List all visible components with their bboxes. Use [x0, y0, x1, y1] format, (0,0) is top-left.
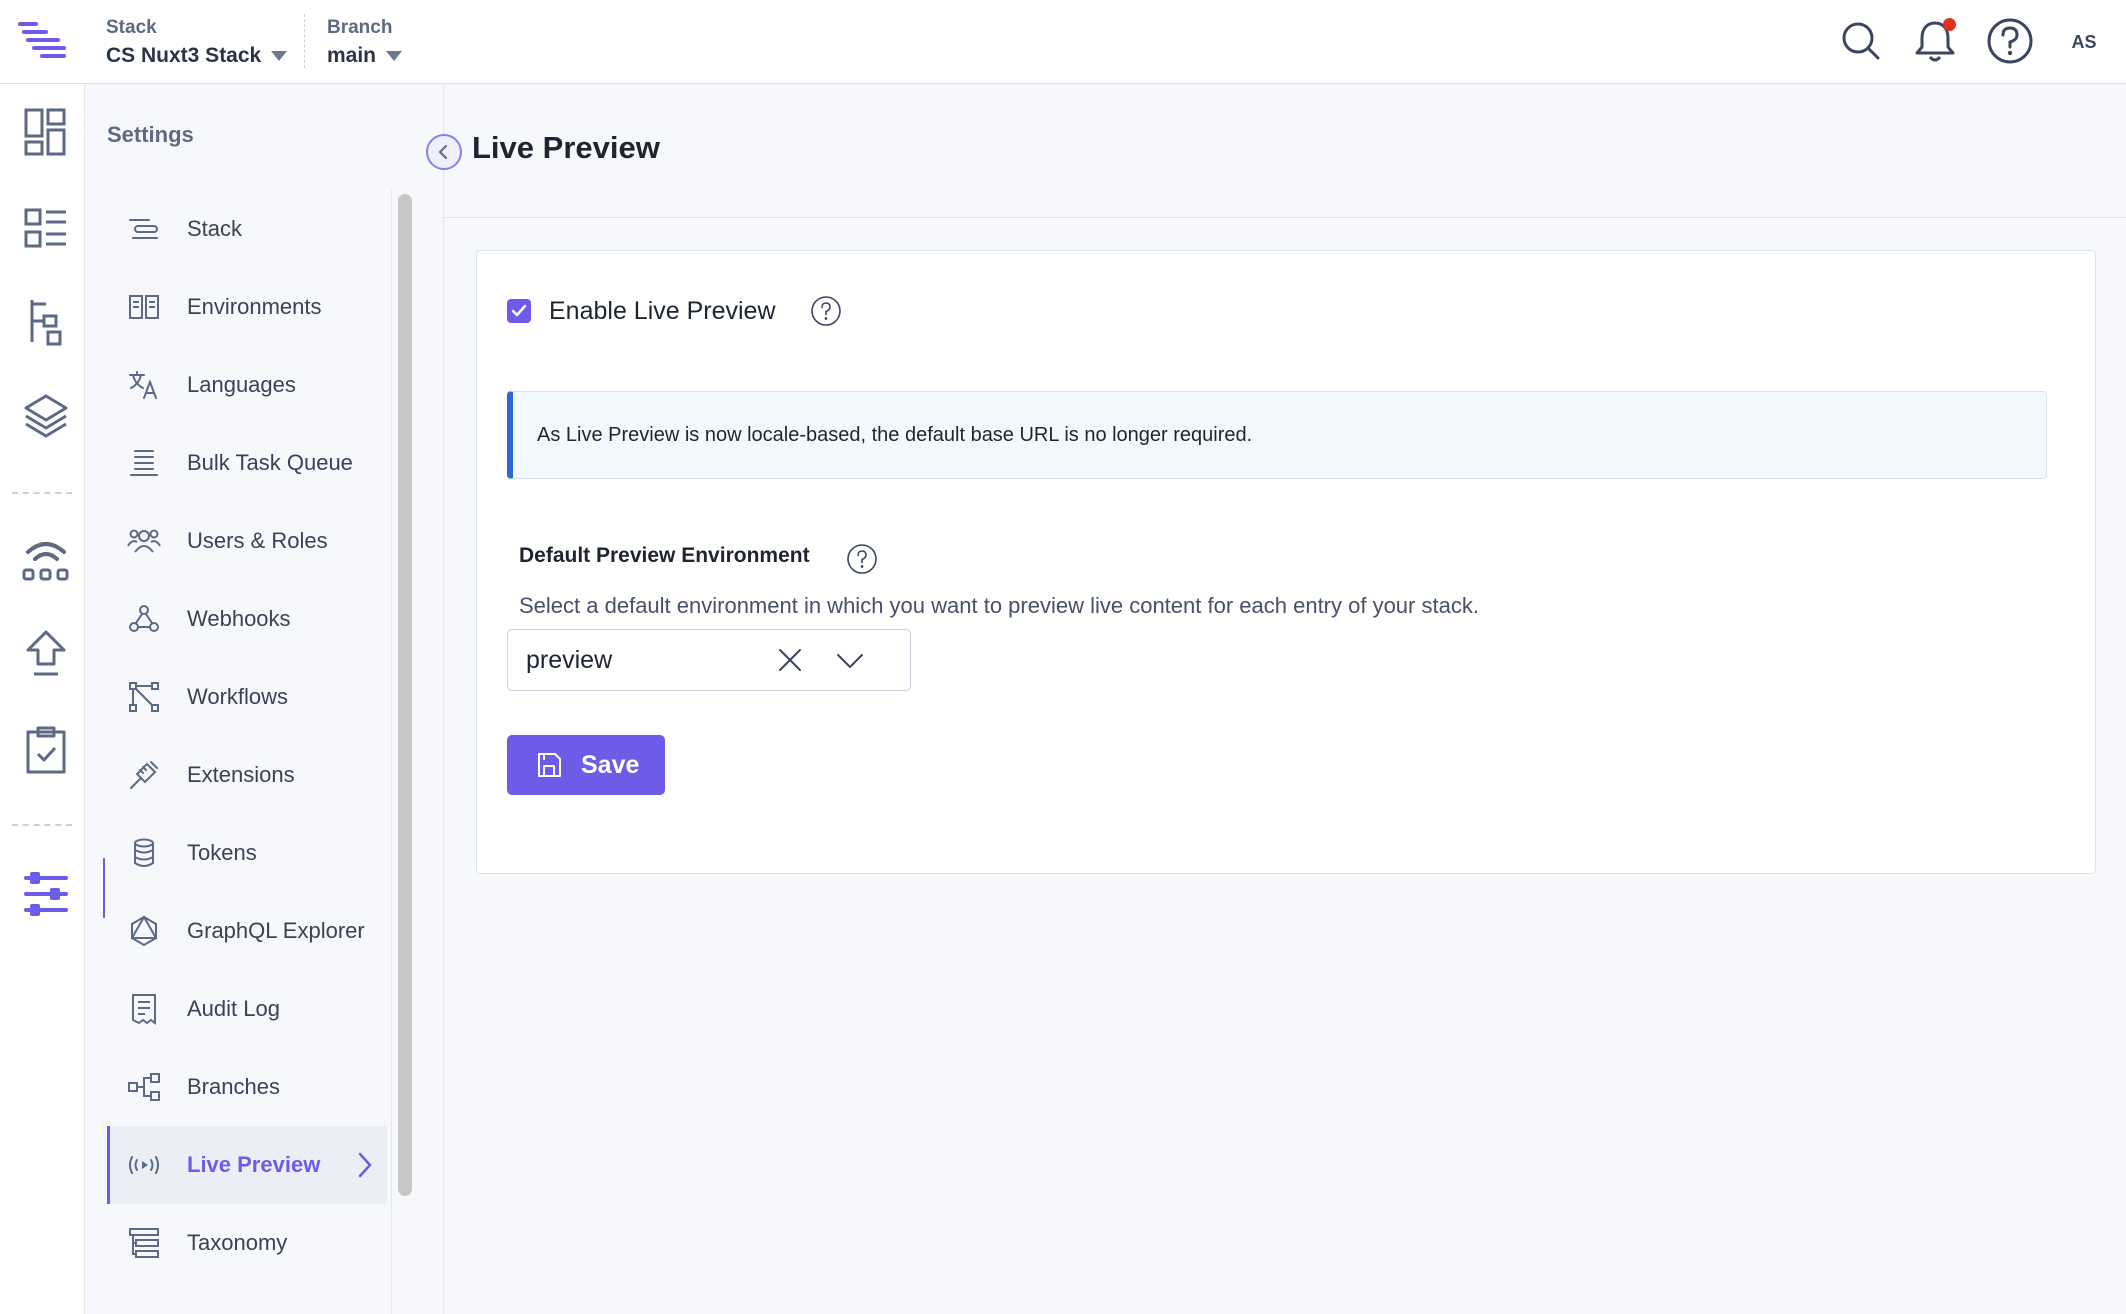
sidebar-item-workflows[interactable]: Workflows: [107, 658, 475, 736]
sidebar-item-label: Workflows: [187, 684, 289, 709]
sidebar-item-languages[interactable]: Languages: [107, 346, 475, 424]
branch-selector-value: main: [327, 44, 377, 67]
enable-live-preview-checkbox[interactable]: [507, 299, 531, 323]
sidebar-item-label: Bulk Task Queue: [187, 450, 353, 475]
default-preview-environment-label: Default Preview Environment: [519, 537, 878, 575]
caret-down-icon: [271, 51, 288, 61]
assets-icon[interactable]: [22, 392, 70, 444]
checkmark-icon: [511, 304, 527, 317]
environment-select-value: preview: [526, 645, 613, 674]
contentstack-logo[interactable]: [16, 18, 68, 64]
sidebar-item-branches[interactable]: Branches: [107, 1048, 475, 1126]
save-button-label: Save: [581, 750, 640, 779]
top-bar: Stack CS Nuxt3 Stack Branch main AS: [0, 0, 2126, 84]
save-button[interactable]: Save: [507, 735, 665, 795]
languages-icon: [129, 371, 157, 399]
clear-icon[interactable]: [774, 644, 806, 676]
caret-down-icon: [386, 51, 403, 61]
stack-selector-value: CS Nuxt3 Stack: [106, 44, 262, 67]
default-preview-environment-description: Select a default environment in which yo…: [519, 593, 1479, 618]
tasks-icon[interactable]: [22, 724, 70, 776]
sidebar-item-label: Branches: [187, 1074, 280, 1099]
sidebar-item-label: Webhooks: [187, 606, 291, 631]
stack-selector[interactable]: Stack CS Nuxt3 Stack: [106, 16, 288, 72]
dashboard-icon[interactable]: [22, 106, 70, 158]
divider: [12, 492, 72, 494]
users-roles-icon: [127, 529, 161, 553]
field-label-text: Default Preview Environment: [519, 544, 810, 567]
sidebar-item-label: Languages: [187, 372, 296, 397]
sidebar-item-label: Audit Log: [187, 996, 280, 1021]
sidebar-item-label: Tokens: [187, 840, 257, 865]
sidebar-item-taxonomy[interactable]: Taxonomy: [107, 1204, 475, 1282]
bulk-task-queue-icon: [130, 450, 158, 476]
sidebar-item-live-preview[interactable]: Live Preview: [107, 1126, 387, 1204]
deploy-icon[interactable]: [22, 628, 70, 680]
search-icon[interactable]: [1836, 16, 1886, 66]
content-models-icon[interactable]: [22, 202, 70, 254]
notifications-button[interactable]: [1910, 16, 1960, 66]
sidebar-item-label: Extensions: [187, 762, 295, 787]
sidebar-nav: Stack Environments Languages Bulk Task Q…: [107, 190, 475, 1282]
stack-selector-label: Stack: [106, 17, 157, 38]
entries-icon[interactable]: [22, 296, 70, 348]
page-header: Live Preview: [426, 84, 2126, 218]
sidebar-item-label: Stack: [187, 216, 243, 241]
main-content: Live Preview Enable Live Preview As Live…: [426, 84, 2126, 1314]
info-banner: As Live Preview is now locale-based, the…: [507, 391, 2047, 479]
sidebar-item-bulk-task-queue[interactable]: Bulk Task Queue: [107, 424, 475, 502]
sidebar-scrollbar[interactable]: [398, 194, 412, 1196]
enable-live-preview-label[interactable]: Enable Live Preview: [549, 297, 776, 326]
help-icon[interactable]: [810, 295, 842, 327]
graphql-icon: [130, 914, 158, 947]
rail-active-marker: [103, 858, 105, 918]
stack-icon: [129, 219, 158, 239]
sidebar-item-graphql-explorer[interactable]: GraphQL Explorer: [107, 892, 475, 970]
divider: [304, 14, 305, 68]
sidebar-item-label: Users & Roles: [187, 528, 328, 553]
live-preview-icon: [129, 1156, 159, 1174]
webhooks-icon: [129, 605, 159, 632]
branch-selector[interactable]: Branch main: [327, 16, 403, 72]
collapse-sidebar-button[interactable]: [426, 134, 462, 170]
taxonomy-icon: [129, 1228, 159, 1258]
chevron-left-icon: [438, 145, 447, 159]
chevron-right-icon: [358, 1152, 372, 1178]
divider: [12, 824, 72, 826]
sidebar-item-label: Environments: [187, 294, 322, 319]
environments-icon: [129, 295, 159, 319]
sidebar-item-webhooks[interactable]: Webhooks: [107, 580, 475, 658]
sidebar-item-audit-log[interactable]: Audit Log: [107, 970, 475, 1048]
sidebar-title: Settings: [107, 122, 194, 147]
info-banner-text: As Live Preview is now locale-based, the…: [537, 423, 1253, 446]
avatar[interactable]: AS: [2058, 20, 2110, 64]
sidebar-item-label: Live Preview: [187, 1152, 321, 1177]
app-rail: [0, 84, 84, 1314]
chevron-down-icon[interactable]: [834, 644, 866, 676]
help-icon[interactable]: [846, 543, 878, 575]
branches-icon: [128, 1073, 160, 1101]
settings-sidebar: Settings Stack Environments Languages Bu…: [84, 84, 444, 1314]
sidebar-item-label: GraphQL Explorer: [187, 918, 365, 943]
environment-select[interactable]: preview: [507, 629, 911, 691]
help-icon[interactable]: [1985, 16, 2035, 66]
live-preview-settings-card: Enable Live Preview As Live Preview is n…: [476, 250, 2096, 874]
sidebar-item-stack[interactable]: Stack: [107, 190, 475, 268]
page-title: Live Preview: [472, 130, 660, 165]
sidebar-item-tokens[interactable]: Tokens: [107, 814, 475, 892]
enable-live-preview-row: Enable Live Preview: [507, 295, 842, 327]
sidebar-item-label: Taxonomy: [187, 1230, 288, 1255]
releases-icon[interactable]: [22, 532, 70, 584]
extensions-icon: [130, 761, 158, 789]
audit-log-icon: [132, 994, 156, 1025]
sidebar-item-environments[interactable]: Environments: [107, 268, 475, 346]
save-icon: [538, 753, 561, 777]
sidebar-item-extensions[interactable]: Extensions: [107, 736, 475, 814]
tokens-icon: [134, 838, 154, 867]
workflows-icon: [129, 682, 159, 712]
branch-selector-label: Branch: [327, 17, 393, 38]
sidebar-item-users-roles[interactable]: Users & Roles: [107, 502, 475, 580]
settings-icon[interactable]: [22, 868, 70, 920]
notification-badge: [1943, 18, 1956, 31]
